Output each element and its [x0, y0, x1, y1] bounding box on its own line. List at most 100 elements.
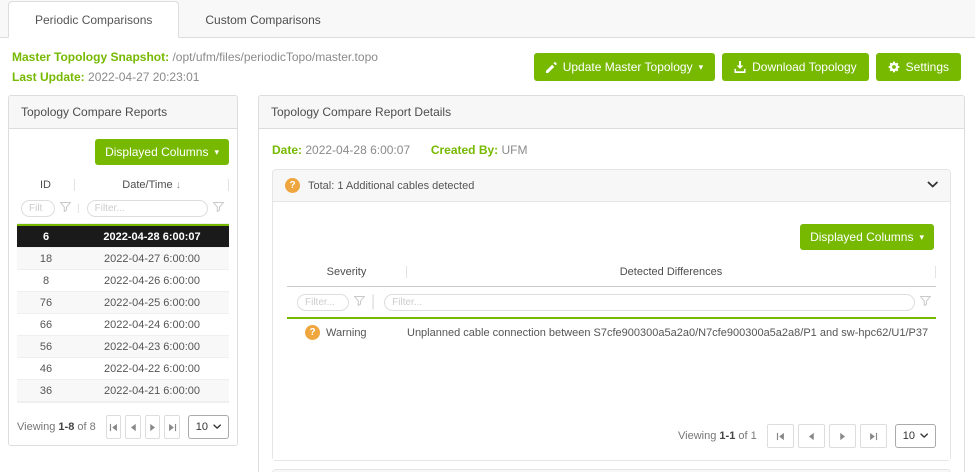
table-row[interactable]: 46 2022-04-22 6:00:00	[17, 358, 229, 380]
displayed-columns-label: Displayed Columns	[810, 230, 913, 244]
displayed-columns-button[interactable]: Displayed Columns ▾	[800, 224, 934, 250]
tab-custom-comparisons[interactable]: Custom Comparisons	[179, 2, 346, 37]
viewing-range: 1-1	[719, 430, 735, 442]
last-page-button[interactable]	[860, 424, 887, 448]
first-page-button[interactable]	[767, 424, 794, 448]
info-header: Master Topology Snapshot: /opt/ufm/files…	[0, 38, 975, 93]
table-row[interactable]: ? Warning Unplanned cable connection bet…	[287, 317, 936, 346]
next-page-button[interactable]	[145, 415, 161, 439]
table-row[interactable]: 8 2022-04-26 6:00:00	[17, 270, 229, 292]
viewing-prefix: Viewing	[17, 421, 55, 433]
row-datetime: 2022-04-27 6:00:00	[75, 253, 229, 265]
last-update-label: Last Update:	[12, 70, 85, 84]
details-pagination: Viewing 1-1 of 1	[287, 424, 936, 448]
reports-panel-body: Displayed Columns ▾ ID Date/Time ↓	[9, 129, 237, 447]
page-size-value: 10	[196, 421, 208, 433]
additional-cables-section-title: Total: 1 Additional cables detected	[308, 180, 474, 192]
row-datetime: 2022-04-23 6:00:00	[75, 341, 229, 353]
displayed-columns-button[interactable]: Displayed Columns ▾	[95, 139, 229, 165]
table-row[interactable]: 36 2022-04-21 6:00:00	[17, 380, 229, 402]
funnel-icon[interactable]	[354, 293, 365, 311]
download-topology-button[interactable]: Download Topology	[722, 53, 869, 81]
spacer	[272, 461, 951, 469]
row-id: 46	[17, 363, 75, 375]
column-header-datetime[interactable]: Date/Time ↓	[75, 179, 229, 191]
reports-toolbar: Displayed Columns ▾	[17, 139, 229, 165]
reports-table-header: ID Date/Time ↓	[17, 175, 229, 197]
divider: |	[371, 293, 375, 311]
row-id: 76	[17, 297, 75, 309]
table-row[interactable]: 66 2022-04-24 6:00:00	[17, 314, 229, 336]
reports-table-body: 6 2022-04-28 6:00:07 18 2022-04-27 6:00:…	[17, 224, 229, 402]
details-toolbar: Displayed Columns ▾	[287, 224, 934, 250]
column-header-severity[interactable]: Severity	[287, 266, 407, 278]
first-page-button[interactable]	[106, 415, 122, 439]
severity-cell: ? Warning	[287, 325, 407, 340]
table-row[interactable]: 6 2022-04-28 6:00:07	[17, 224, 229, 248]
displayed-columns-label: Displayed Columns	[105, 145, 208, 159]
row-datetime: 2022-04-28 6:00:07	[75, 231, 229, 243]
viewing-status: Viewing 1-8 of 8	[17, 421, 96, 433]
previous-page-button[interactable]	[125, 415, 141, 439]
master-topology-info: Master Topology Snapshot: /opt/ufm/files…	[12, 47, 378, 87]
table-row[interactable]: 18 2022-04-27 6:00:00	[17, 248, 229, 270]
viewing-suffix: of 1	[738, 430, 756, 442]
chevron-down-icon	[213, 424, 221, 430]
row-datetime: 2022-04-24 6:00:00	[75, 319, 229, 331]
datetime-filter-input[interactable]	[87, 200, 208, 217]
page-size-value: 10	[903, 430, 915, 442]
column-header-id[interactable]: ID	[17, 179, 75, 191]
viewing-suffix: of 8	[77, 421, 95, 433]
funnel-icon[interactable]	[60, 202, 71, 215]
funnel-icon[interactable]	[920, 293, 931, 311]
severity-filter-input[interactable]	[297, 294, 349, 311]
update-master-topology-button[interactable]: Update Master Topology ▾	[534, 53, 715, 81]
question-icon: ?	[285, 178, 300, 193]
table-row[interactable]: 56 2022-04-23 6:00:00	[17, 336, 229, 358]
download-icon	[734, 61, 746, 73]
sort-desc-icon: ↓	[176, 180, 181, 191]
row-id: 6	[17, 231, 75, 243]
snapshot-line: Master Topology Snapshot: /opt/ufm/files…	[12, 47, 378, 67]
divider: |	[77, 203, 80, 214]
funnel-icon[interactable]	[213, 202, 224, 215]
tab-bar: Periodic Comparisons Custom Comparisons	[0, 0, 975, 38]
differences-filter-input[interactable]	[384, 294, 915, 311]
reports-pagination: Viewing 1-8 of 8	[17, 402, 229, 439]
pencil-icon	[546, 62, 557, 73]
viewing-prefix: Viewing	[678, 430, 716, 442]
viewing-range: 1-8	[58, 421, 74, 433]
date-value: 2022-04-28 6:00:07	[305, 143, 410, 157]
page-size-select[interactable]: 10	[895, 424, 936, 448]
id-filter-input[interactable]	[21, 200, 55, 217]
additional-cables-section-header[interactable]: ? Total: 1 Additional cables detected	[273, 170, 950, 201]
viewing-status: Viewing 1-1 of 1	[678, 430, 757, 442]
settings-button[interactable]: Settings	[876, 53, 961, 81]
column-header-detected-differences[interactable]: Detected Differences	[407, 266, 936, 278]
row-datetime: 2022-04-21 6:00:00	[75, 385, 229, 397]
last-page-button[interactable]	[164, 415, 180, 439]
difference-cell: Unplanned cable connection between S7cfe…	[407, 327, 936, 339]
settings-label: Settings	[906, 60, 949, 74]
page-size-select[interactable]: 10	[188, 415, 229, 439]
table-row[interactable]: 76 2022-04-25 6:00:00	[17, 292, 229, 314]
row-datetime: 2022-04-22 6:00:00	[75, 363, 229, 375]
snapshot-value: /opt/ufm/files/periodicTopo/master.topo	[172, 50, 377, 64]
caret-down-icon: ▾	[699, 63, 704, 72]
tab-periodic-comparisons[interactable]: Periodic Comparisons	[8, 1, 179, 38]
row-id: 18	[17, 253, 75, 265]
row-datetime: 2022-04-25 6:00:00	[75, 297, 229, 309]
row-id: 56	[17, 341, 75, 353]
next-page-button[interactable]	[829, 424, 856, 448]
row-id: 66	[17, 319, 75, 331]
row-datetime: 2022-04-26 6:00:00	[75, 275, 229, 287]
snapshot-label: Master Topology Snapshot:	[12, 50, 169, 64]
details-filter-row: |	[287, 287, 936, 317]
last-update-value: 2022-04-27 20:23:01	[88, 70, 199, 84]
chevron-down-icon[interactable]	[927, 180, 938, 192]
caret-down-icon: ▾	[919, 233, 924, 242]
created-by-value: UFM	[502, 143, 528, 157]
topology-compare-report-details-panel: Topology Compare Report Details Date: 20…	[258, 95, 965, 472]
caret-down-icon: ▾	[214, 148, 219, 157]
previous-page-button[interactable]	[798, 424, 825, 448]
